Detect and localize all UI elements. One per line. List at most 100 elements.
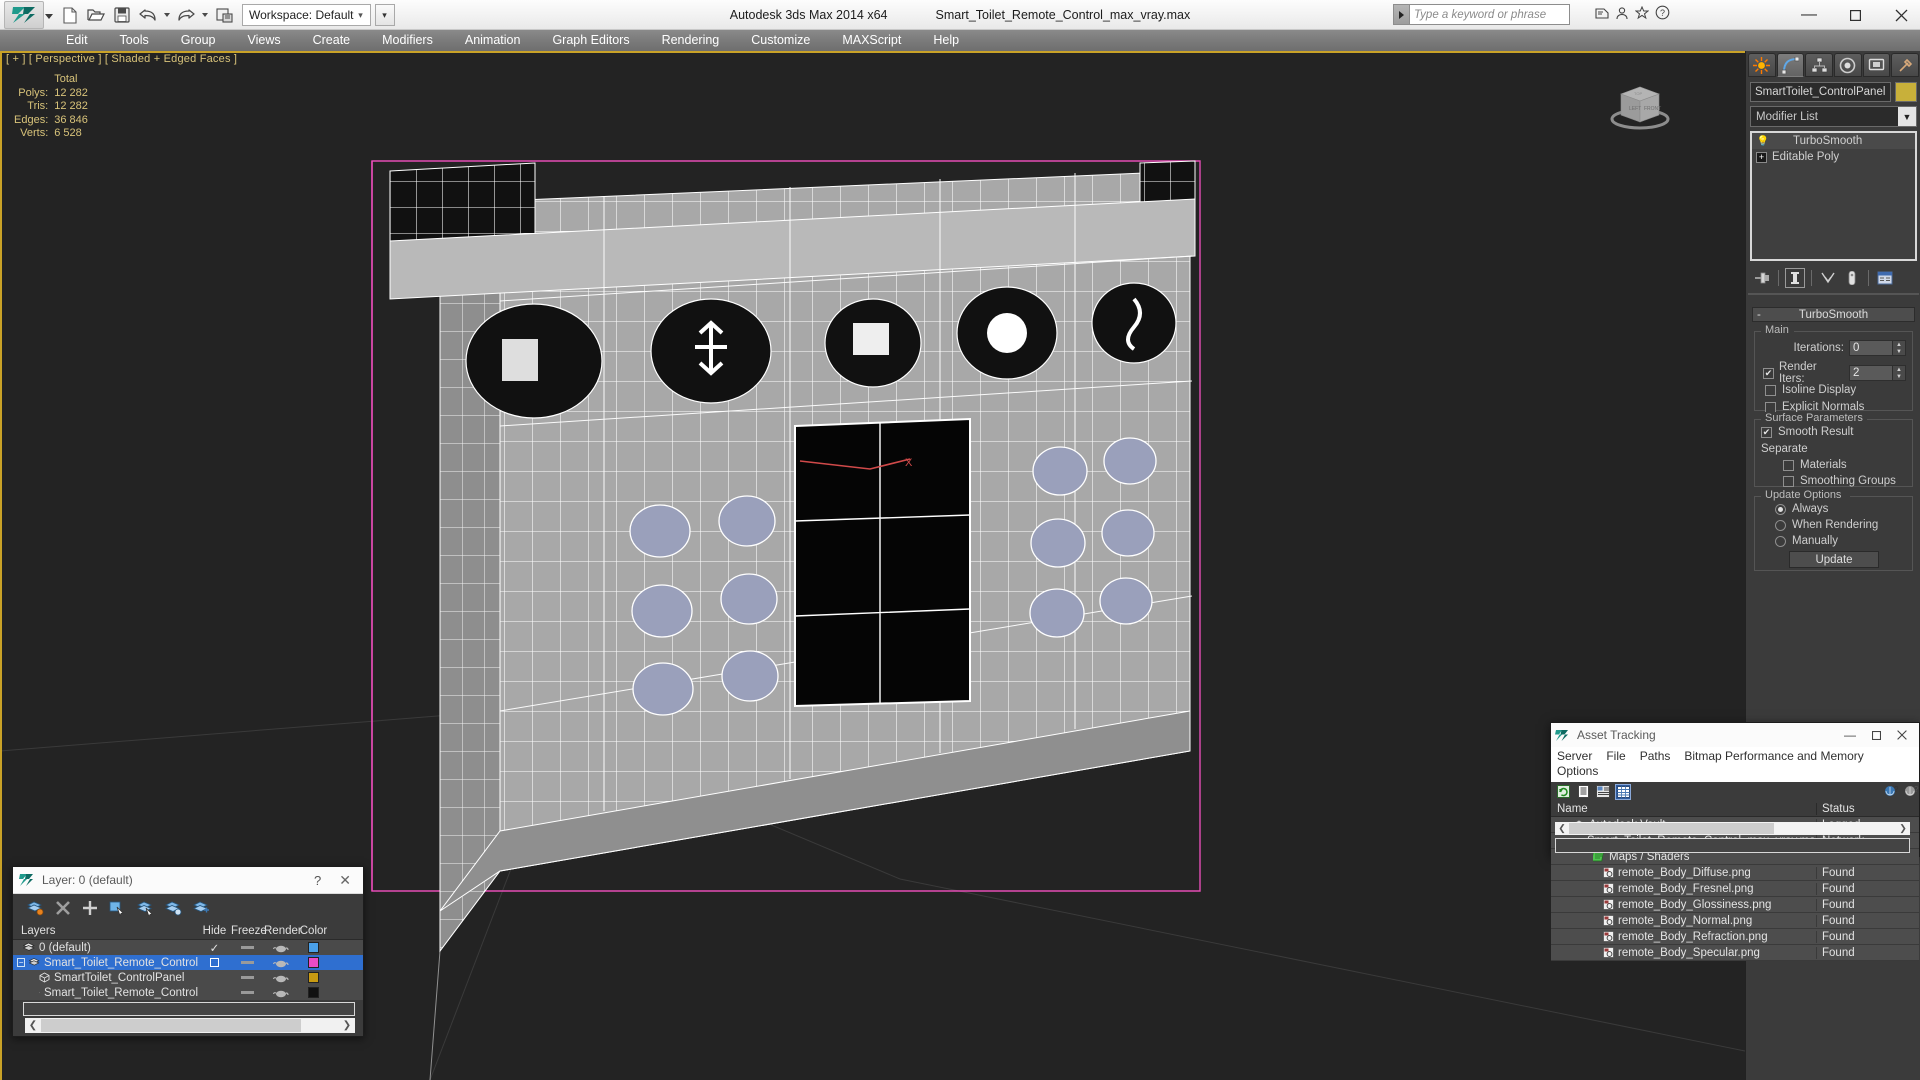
asset-menu-server[interactable]: Server [1557, 749, 1592, 763]
table-row[interactable]: remote_Body_Diffuse.png Found [1551, 865, 1919, 881]
asset-name-cell[interactable]: remote_Body_Refraction.png [1551, 931, 1816, 943]
modify-tab[interactable] [1776, 53, 1805, 77]
manually-radio[interactable] [1775, 535, 1786, 547]
asset-horizontal-scrollbar[interactable]: ❮ ❯ [1555, 822, 1910, 835]
modifier-stack-item-turbosmooth[interactable]: 💡 TurboSmooth [1752, 133, 1915, 149]
favorites-star-icon[interactable] [1635, 5, 1649, 20]
help-icon[interactable]: ? [1655, 5, 1670, 20]
expand-plus-icon[interactable]: + [1756, 151, 1767, 163]
render-iters-spinner[interactable]: 2 ▲ ▼ [1849, 365, 1906, 381]
undo-dropdown-icon[interactable] [162, 3, 172, 27]
object-name-field[interactable]: SmartToilet_ControlPanel [1750, 82, 1891, 102]
menu-edit[interactable]: Edit [50, 30, 104, 51]
table-row[interactable]: remote_Body_Normal.png Found [1551, 913, 1919, 929]
asset-menu-file[interactable]: File [1606, 749, 1625, 763]
table-row[interactable]: SmartToilet_ControlPanel [13, 970, 363, 985]
layer-horizontal-scrollbar[interactable]: ❮ ❯ [25, 1018, 355, 1033]
asset-menu-paths[interactable]: Paths [1640, 749, 1671, 763]
smooth-result-checkbox[interactable] [1761, 426, 1772, 438]
asset-close-button[interactable] [1889, 723, 1915, 747]
table-row[interactable]: remote_Body_Specular.png Found [1551, 945, 1919, 961]
menu-tools[interactable]: Tools [104, 30, 165, 51]
layer-freeze-cell[interactable] [231, 961, 264, 964]
asset-name-cell[interactable]: remote_Body_Diffuse.png [1551, 867, 1816, 879]
menu-views[interactable]: Views [231, 30, 296, 51]
redo-dropdown-icon[interactable] [200, 3, 210, 27]
highlight-selected-objects-icon[interactable] [137, 900, 154, 916]
list-view-icon[interactable] [1575, 784, 1591, 800]
menu-graph-editors[interactable]: Graph Editors [536, 30, 645, 51]
asset-minimize-button[interactable]: — [1837, 723, 1863, 747]
update-button[interactable]: Update [1789, 551, 1879, 568]
materials-row[interactable]: Materials [1783, 459, 1847, 471]
asset-menu-options[interactable]: Options [1557, 764, 1598, 778]
view-cube[interactable]: LEFT FRONT TOP [1605, 76, 1675, 136]
menu-customize[interactable]: Customize [735, 30, 826, 51]
open-file-icon[interactable] [84, 3, 108, 27]
redo-icon[interactable] [174, 3, 198, 27]
scroll-right-arrow-icon[interactable]: ❯ [339, 1020, 355, 1031]
layer-freeze-cell[interactable] [231, 991, 264, 994]
isoline-display-row[interactable]: Isoline Display [1765, 384, 1856, 396]
scrollbar-thumb[interactable] [1569, 823, 1774, 834]
vault-login-icon[interactable]: ? [1883, 784, 1899, 800]
table-row[interactable]: Smart_Toilet_Remote_Control [13, 985, 363, 1000]
layer-close-button[interactable]: ✕ [333, 872, 357, 889]
render-iters-spin-arrows[interactable]: ▲ ▼ [1893, 365, 1906, 381]
pin-stack-icon[interactable] [1752, 268, 1772, 288]
maximize-button[interactable] [1846, 6, 1864, 24]
set-current-layer-icon[interactable] [165, 900, 182, 916]
workspace-more-button[interactable]: ▾ [374, 4, 395, 26]
asset-name-cell[interactable]: remote_Body_Specular.png [1551, 947, 1816, 959]
close-button[interactable] [1892, 6, 1910, 24]
layer-row-name-cell[interactable]: 0 (default) [13, 942, 198, 954]
iterations-spinner[interactable]: 0 ▲ ▼ [1849, 340, 1906, 356]
layer-color-cell[interactable] [297, 957, 330, 968]
minimize-button[interactable]: — [1800, 6, 1818, 24]
utilities-tab[interactable] [1891, 53, 1920, 77]
when-rendering-radio[interactable] [1775, 519, 1786, 531]
layer-current-mark[interactable]: ✓ [198, 941, 231, 955]
scrollbar-thumb[interactable] [41, 1019, 301, 1032]
chevron-down-icon[interactable]: ▼ [1898, 107, 1916, 126]
object-color-swatch[interactable] [1895, 82, 1917, 102]
save-file-icon[interactable] [110, 3, 134, 27]
explicit-normals-checkbox[interactable] [1765, 401, 1776, 413]
layer-render-cell[interactable] [264, 988, 297, 998]
render-iters-value[interactable]: 2 [1849, 365, 1893, 381]
layer-render-cell[interactable] [264, 958, 297, 968]
hierarchy-tab[interactable] [1805, 53, 1834, 77]
layer-help-button[interactable]: ? [302, 873, 333, 888]
details-view-icon[interactable] [1595, 784, 1611, 800]
expand-minus-icon[interactable]: − [17, 958, 26, 967]
layer-freeze-cell[interactable] [231, 976, 264, 979]
new-file-icon[interactable] [58, 3, 82, 27]
asset-name-cell[interactable]: remote_Body_Fresnel.png [1551, 883, 1816, 895]
undo-icon[interactable] [136, 3, 160, 27]
rollout-collapse-icon[interactable]: - [1757, 309, 1761, 321]
search-icon[interactable] [1393, 4, 1410, 25]
vault-logout-icon[interactable]: ? [1903, 784, 1919, 800]
smoothing-groups-checkbox[interactable] [1783, 475, 1794, 487]
always-radio[interactable] [1775, 503, 1786, 515]
always-row[interactable]: Always [1775, 503, 1828, 515]
table-row[interactable]: remote_Body_Fresnel.png Found [1551, 881, 1919, 897]
info-center-icon[interactable] [1595, 6, 1609, 20]
menu-create[interactable]: Create [297, 30, 367, 51]
motion-tab[interactable] [1834, 53, 1862, 77]
display-tab[interactable] [1862, 53, 1891, 77]
iterations-value[interactable]: 0 [1849, 340, 1893, 356]
table-row[interactable]: remote_Body_Glossiness.png Found [1551, 897, 1919, 913]
menu-group[interactable]: Group [165, 30, 232, 51]
table-row[interactable]: remote_Body_Refraction.png Found [1551, 929, 1919, 945]
search-box[interactable]: Type a keyword or phrase [1393, 4, 1570, 25]
app-menu-caret-icon[interactable] [45, 14, 53, 19]
turbosmooth-rollout-header[interactable]: - TurboSmooth [1752, 307, 1915, 322]
lightbulb-icon[interactable]: 💡 [1756, 136, 1770, 147]
asset-name-cell[interactable]: remote_Body_Glossiness.png [1551, 899, 1816, 911]
materials-checkbox[interactable] [1783, 459, 1794, 471]
remove-modifier-icon[interactable] [1842, 268, 1862, 288]
layer-render-cell[interactable] [264, 943, 297, 953]
asset-maximize-button[interactable] [1863, 723, 1889, 747]
smooth-result-row[interactable]: Smooth Result [1761, 426, 1853, 438]
